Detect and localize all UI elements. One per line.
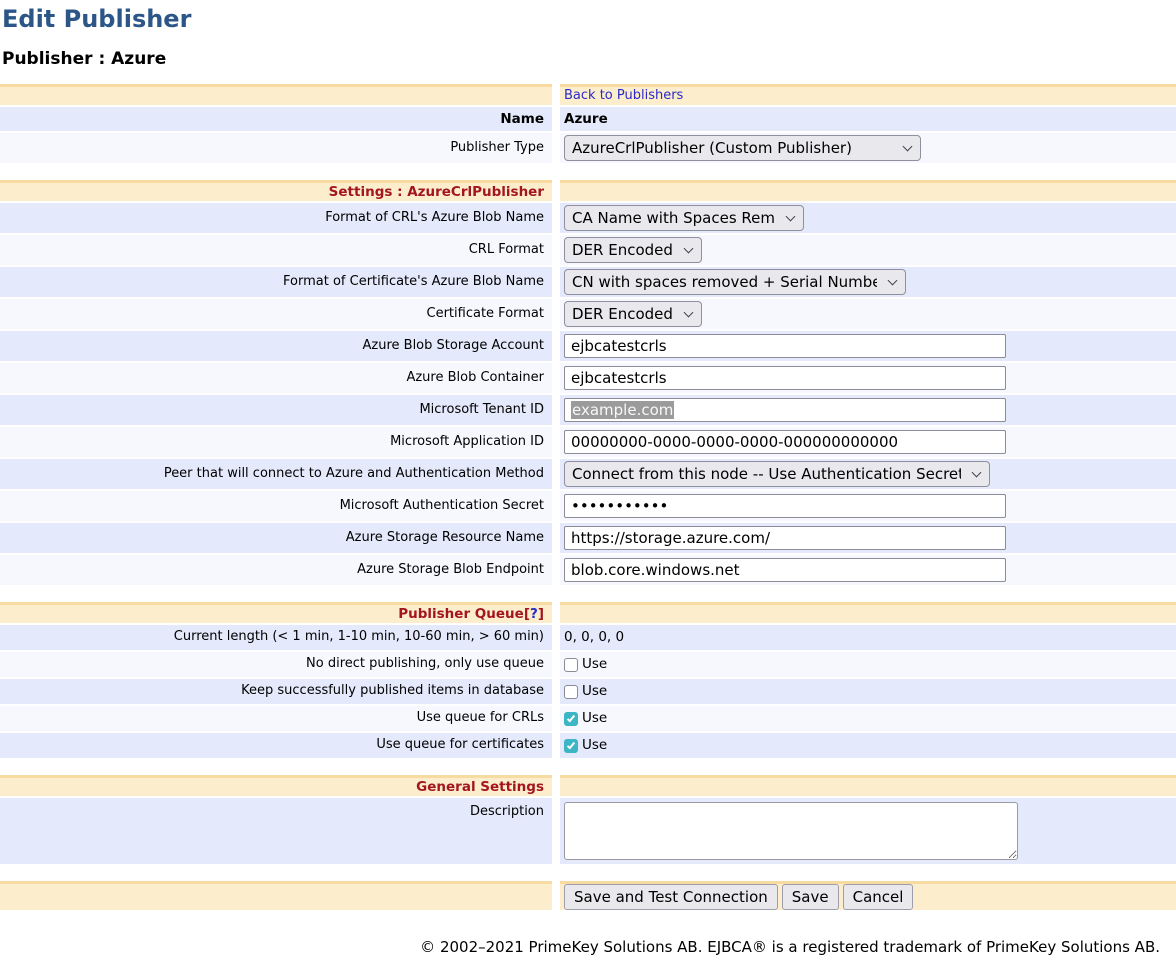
- publisher-queue-header: Publisher Queue[?]: [0, 602, 552, 623]
- crl-format-select[interactable]: DER Encoded: [564, 237, 702, 263]
- queue-help-link[interactable]: ?: [530, 606, 538, 623]
- publisher-table-header-left: [0, 84, 552, 105]
- selected-text: example.com: [571, 401, 674, 420]
- actions-right: Save and Test Connection Save Cancel: [560, 881, 1176, 910]
- keep-published-items-label: Keep successfully published items in dat…: [0, 679, 552, 704]
- description-label: Description: [0, 798, 552, 864]
- certificate-blob-name-format-select[interactable]: CN with spaces removed + Serial Number (…: [564, 269, 906, 295]
- certificate-format-label: Certificate Format: [0, 299, 552, 329]
- back-to-publishers-link[interactable]: Back to Publishers: [564, 88, 683, 104]
- publisher-queue-header-right: [560, 602, 1176, 623]
- azure-storage-resource-name-label: Azure Storage Resource Name: [0, 523, 552, 553]
- certificate-format-select[interactable]: DER Encoded: [564, 301, 702, 327]
- azure-blob-container-label: Azure Blob Container: [0, 363, 552, 393]
- current-length-value: 0, 0, 0, 0: [560, 625, 1176, 650]
- crl-blob-name-format-select[interactable]: CA Name with Spaces Removed: [564, 205, 804, 231]
- crl-format-label: CRL Format: [0, 235, 552, 265]
- actions-table: Save and Test Connection Save Cancel: [0, 881, 1176, 910]
- save-and-test-connection-button[interactable]: Save and Test Connection: [564, 884, 778, 910]
- publisher-type-label: Publisher Type: [0, 133, 552, 163]
- microsoft-authentication-secret-input[interactable]: [564, 494, 1006, 518]
- keep-published-items-checkbox[interactable]: [564, 685, 578, 699]
- azure-storage-resource-name-input[interactable]: [564, 526, 1006, 550]
- certificate-blob-name-format-label: Format of Certificate's Azure Blob Name: [0, 267, 552, 297]
- page-title: Edit Publisher: [2, 5, 1176, 33]
- use-queue-for-crls-checkbox[interactable]: [564, 712, 578, 726]
- current-length-label: Current length (< 1 min, 1-10 min, 10-60…: [0, 625, 552, 650]
- peer-authentication-method-select[interactable]: Connect from this node -- Use Authentica…: [564, 461, 990, 487]
- settings-header: Settings : AzureCrlPublisher: [0, 180, 552, 201]
- azure-blob-storage-account-input[interactable]: [564, 334, 1006, 358]
- azure-blob-storage-account-label: Azure Blob Storage Account: [0, 331, 552, 361]
- microsoft-tenant-id-input[interactable]: example.com: [564, 398, 1006, 422]
- microsoft-tenant-id-label: Microsoft Tenant ID: [0, 395, 552, 425]
- publisher-type-cell: AzureCrlPublisher (Custom Publisher): [560, 133, 1176, 163]
- cancel-button[interactable]: Cancel: [843, 884, 914, 910]
- use-checkbox-label: Use: [582, 683, 607, 700]
- peer-authentication-method-label: Peer that will connect to Azure and Auth…: [0, 459, 552, 489]
- use-checkbox-label: Use: [582, 656, 607, 673]
- save-button[interactable]: Save: [782, 884, 839, 910]
- azure-storage-blob-endpoint-input[interactable]: [564, 558, 1006, 582]
- settings-table: Settings : AzureCrlPublisher Format of C…: [0, 180, 1176, 585]
- name-value: Azure: [560, 107, 1176, 131]
- microsoft-application-id-label: Microsoft Application ID: [0, 427, 552, 457]
- microsoft-application-id-input[interactable]: [564, 430, 1006, 454]
- publisher-queue-title: Publisher Queue: [398, 606, 524, 623]
- publisher-type-select[interactable]: AzureCrlPublisher (Custom Publisher): [564, 135, 921, 161]
- general-settings-table: General Settings Description: [0, 775, 1176, 864]
- description-textarea[interactable]: [564, 802, 1018, 860]
- footer-text: © 2002–2021 PrimeKey Solutions AB. EJBCA…: [0, 927, 1176, 964]
- azure-storage-blob-endpoint-label: Azure Storage Blob Endpoint: [0, 555, 552, 585]
- use-queue-for-certificates-checkbox[interactable]: [564, 739, 578, 753]
- general-settings-header: General Settings: [0, 775, 552, 796]
- use-queue-for-certificates-label: Use queue for certificates: [0, 733, 552, 758]
- actions-left: [0, 881, 552, 910]
- use-queue-for-crls-label: Use queue for CRLs: [0, 706, 552, 731]
- publisher-table-header-right: Back to Publishers: [560, 84, 1176, 105]
- general-settings-header-right: [560, 775, 1176, 796]
- publisher-queue-table: Publisher Queue[?] Current length (< 1 m…: [0, 602, 1176, 758]
- microsoft-authentication-secret-label: Microsoft Authentication Secret: [0, 491, 552, 521]
- page-subtitle: Publisher : Azure: [2, 49, 1176, 69]
- azure-blob-container-input[interactable]: [564, 366, 1006, 390]
- no-direct-publishing-checkbox[interactable]: [564, 658, 578, 672]
- no-direct-publishing-label: No direct publishing, only use queue: [0, 652, 552, 677]
- name-label: Name: [0, 107, 552, 131]
- use-checkbox-label: Use: [582, 737, 607, 754]
- publisher-table: Back to Publishers Name Azure Publisher …: [0, 84, 1176, 163]
- crl-blob-name-format-label: Format of CRL's Azure Blob Name: [0, 203, 552, 233]
- use-checkbox-label: Use: [582, 710, 607, 727]
- settings-header-right: [560, 180, 1176, 201]
